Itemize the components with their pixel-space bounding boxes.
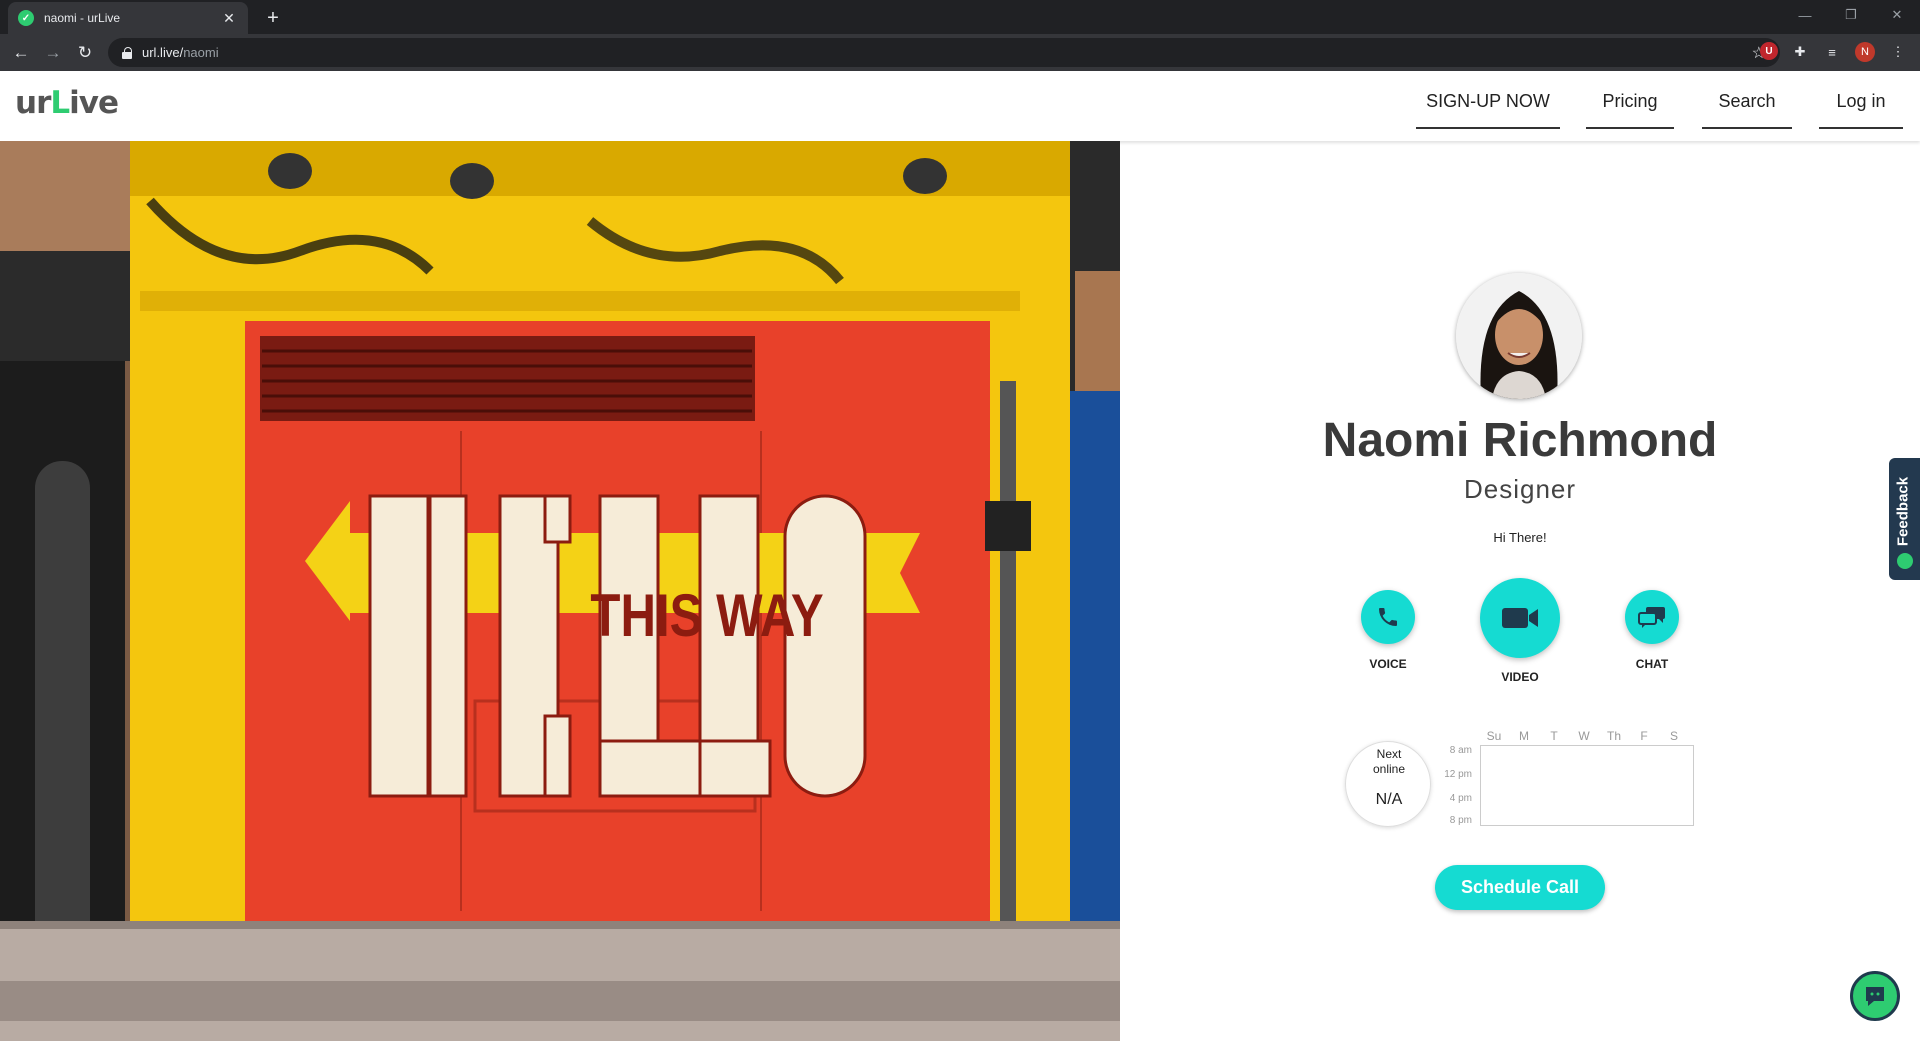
url-path: naomi <box>183 45 219 60</box>
video-camera-icon <box>1502 608 1538 628</box>
availability-grid <box>1480 745 1694 826</box>
hero-image: THIS WAY <box>0 141 1120 1041</box>
browser-toolbar: ← → ↻ url.live/naomi ☆ U ✚ ≡ N ⋮ <box>0 34 1920 71</box>
window-close-icon[interactable]: ✕ <box>1874 0 1920 30</box>
close-tab-icon[interactable]: ✕ <box>220 10 238 27</box>
chat-bubbles-icon <box>1638 607 1665 628</box>
next-online-value: N/A <box>1375 791 1403 808</box>
back-icon[interactable]: ← <box>8 40 34 66</box>
day-sunday: Su <box>1486 729 1502 743</box>
nav-pricing-link[interactable]: Pricing <box>1586 89 1674 129</box>
url-host: url.live/ <box>142 45 184 60</box>
video-call-button[interactable] <box>1480 578 1560 658</box>
chat-label: CHAT <box>1635 657 1669 671</box>
urlive-favicon-icon: ✓ <box>18 10 34 26</box>
next-online-label: Next online <box>1372 747 1406 776</box>
nav-signup-link[interactable]: SIGN-UP NOW <box>1416 89 1560 129</box>
feedback-label: Feedback <box>1894 476 1912 547</box>
day-friday: F <box>1640 729 1648 743</box>
window-controls: — ❐ ✕ <box>1782 0 1920 30</box>
ublock-extension-icon[interactable]: U <box>1760 42 1778 60</box>
chat-widget-button[interactable] <box>1850 971 1900 1021</box>
profile-greeting: Hi There! <box>1493 530 1547 545</box>
time-4pm: 4 pm <box>1449 793 1472 804</box>
profile-avatar[interactable]: N <box>1855 42 1875 62</box>
site-header: urLive SIGN-UP NOW Pricing Search Log in <box>0 71 1920 141</box>
day-wednesday: W <box>1578 729 1590 743</box>
voice-label: VOICE <box>1369 657 1407 671</box>
nav-search-link[interactable]: Search <box>1702 89 1792 129</box>
extensions-puzzle-icon[interactable]: ✚ <box>1790 42 1810 62</box>
phone-icon <box>1379 608 1397 626</box>
minimize-icon[interactable]: — <box>1782 0 1828 30</box>
forward-icon[interactable]: → <box>40 40 66 66</box>
logo-text-accent: L <box>50 85 70 121</box>
chat-widget-icon <box>1866 987 1884 1006</box>
lock-icon <box>122 46 132 59</box>
video-label: VIDEO <box>1501 670 1539 684</box>
hero-text-this-way: THIS WAY <box>590 581 823 649</box>
hero-illustration: THIS WAY <box>0 141 1120 1041</box>
profile-avatar-photo <box>1456 273 1582 399</box>
browser-menu-icon[interactable]: ⋮ <box>1888 42 1908 62</box>
logo-text-right: ive <box>69 85 119 121</box>
restore-icon[interactable]: ❐ <box>1828 0 1874 30</box>
day-thursday: Th <box>1606 729 1621 743</box>
time-12pm: 12 pm <box>1444 769 1472 780</box>
next-online-badge: Next online N/A <box>1345 741 1431 827</box>
logo-text-left: ur <box>15 85 51 121</box>
profile-role: Designer <box>1463 474 1577 504</box>
address-bar[interactable]: url.live/naomi ☆ <box>108 38 1780 67</box>
day-saturday: S <box>1669 729 1678 743</box>
media-queue-icon[interactable]: ≡ <box>1822 42 1842 62</box>
nav-login-link[interactable]: Log in <box>1819 89 1903 129</box>
reload-icon[interactable]: ↻ <box>72 40 98 66</box>
voice-call-button[interactable] <box>1361 590 1415 644</box>
browser-tab-bar: ✓ naomi - urLive ✕ + — ❐ ✕ <box>0 0 1920 34</box>
feedback-logo-icon <box>1897 553 1913 569</box>
browser-tab[interactable]: ✓ naomi - urLive ✕ <box>8 2 248 34</box>
tab-title: naomi - urLive <box>44 11 121 25</box>
day-monday: M <box>1519 729 1529 743</box>
chat-button[interactable] <box>1625 590 1679 644</box>
new-tab-button[interactable]: + <box>260 5 286 31</box>
schedule-call-button[interactable]: Schedule Call <box>1435 865 1605 910</box>
day-tuesday: T <box>1550 729 1558 743</box>
feedback-tab[interactable]: Feedback <box>1889 458 1920 580</box>
person-portrait <box>1456 273 1582 399</box>
time-8pm: 8 pm <box>1449 815 1472 826</box>
profile-name: Naomi Richmond <box>1322 414 1718 467</box>
urlive-logo[interactable]: urLive <box>15 85 119 121</box>
time-8am: 8 am <box>1449 745 1472 756</box>
